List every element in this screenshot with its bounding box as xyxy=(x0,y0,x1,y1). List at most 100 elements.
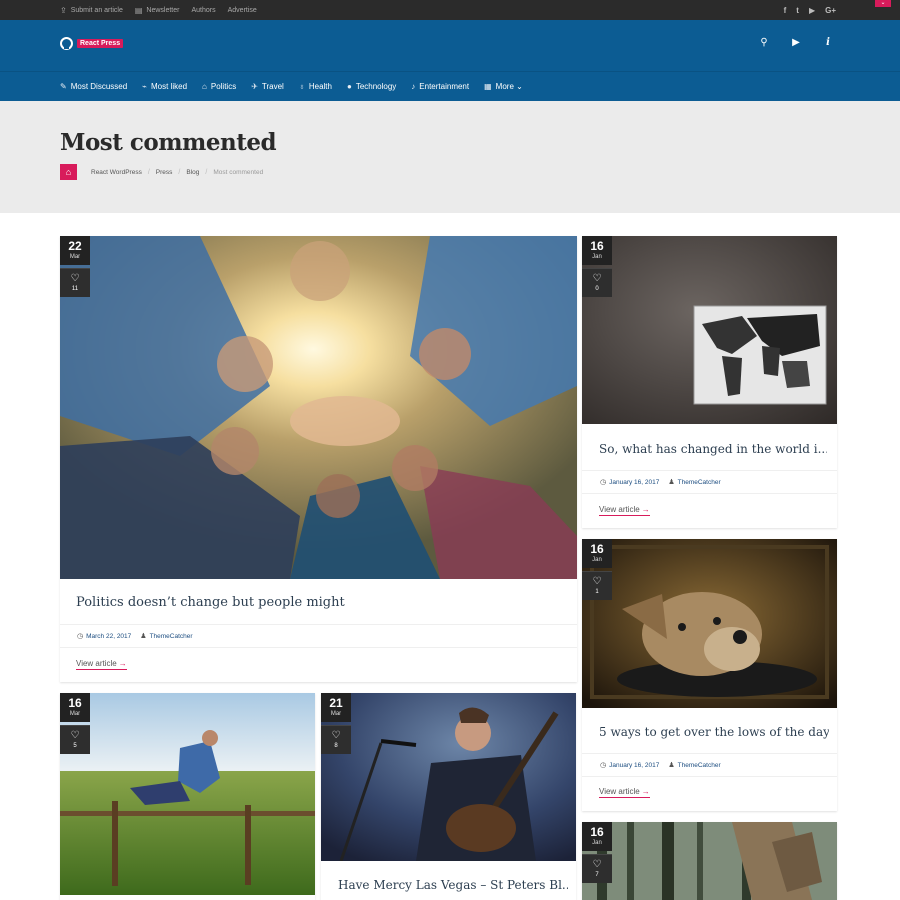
nav-items: ✎ Most Discussed ⌁ Most liked ⌂ Politics… xyxy=(60,72,523,101)
like-badge[interactable]: ♡ 5 xyxy=(60,725,90,754)
chevron-down-icon[interactable]: ⌄ xyxy=(875,0,891,7)
like-count: 5 xyxy=(73,743,77,749)
heart-icon: ♡ xyxy=(592,859,602,870)
post-meta: ◷ March 22, 2017 ♟ ThemeCatcher xyxy=(60,624,577,648)
submit-article-label: Submit an article xyxy=(70,6,123,14)
post-title[interactable]: 5 ways to get over the lows of the day xyxy=(599,725,829,739)
google-plus-icon[interactable]: G+ xyxy=(825,6,836,15)
post-date-text: March 22, 2017 xyxy=(86,632,132,640)
heart-icon: ♡ xyxy=(592,273,602,284)
like-badge[interactable]: ♡ 8 xyxy=(321,725,351,754)
advertise-label: Advertise xyxy=(227,6,257,14)
date-day: 16 xyxy=(590,825,604,839)
like-badge[interactable]: ♡ 0 xyxy=(582,268,612,297)
post-author[interactable]: ♟ ThemeCatcher xyxy=(668,761,720,770)
user-icon: ♟ xyxy=(140,633,147,640)
clock-icon: ◷ xyxy=(600,479,607,486)
date-day: 16 xyxy=(68,696,82,710)
breadcrumb-item-press[interactable]: Press xyxy=(156,169,173,176)
post-date: ◷ March 22, 2017 xyxy=(77,632,132,641)
nav-item-most-discussed[interactable]: ✎ Most Discussed xyxy=(60,82,127,91)
group-hands-photo[interactable] xyxy=(60,236,577,579)
home-icon[interactable]: ⌂ xyxy=(60,164,77,180)
guitarist-photo[interactable] xyxy=(321,693,576,861)
search-icon[interactable]: ⚲ xyxy=(758,37,770,48)
nav-item-travel[interactable]: ✈ Travel xyxy=(251,82,284,91)
heart-icon: ♡ xyxy=(70,730,80,741)
nav-label: Travel xyxy=(261,82,284,91)
fence-jump-photo[interactable] xyxy=(60,693,315,895)
breadcrumb-current: Most commented xyxy=(213,168,264,176)
nav-item-more[interactable]: ▦ More ⌄ xyxy=(484,82,523,91)
info-icon[interactable]: i xyxy=(822,37,834,48)
post-author[interactable]: ♟ ThemeCatcher xyxy=(140,632,193,641)
post-title[interactable]: Have Mercy Las Vegas – St Peters Bl... xyxy=(338,878,568,892)
post-meta: ◷ January 16, 2017 ♟ ThemeCatcher xyxy=(582,753,837,777)
post-title[interactable]: Politics doesn’t change but people might xyxy=(76,595,556,610)
nav-item-health[interactable]: ♁ Health xyxy=(299,82,332,91)
nav-item-most-liked[interactable]: ⌁ Most liked xyxy=(142,82,187,91)
nav-item-entertainment[interactable]: ♪ Entertainment xyxy=(411,82,469,91)
arrow-right-icon: → xyxy=(641,787,650,796)
facebook-icon[interactable]: f xyxy=(784,6,787,15)
play-icon[interactable]: ▶ xyxy=(790,37,802,48)
page-title: Most commented xyxy=(60,129,277,156)
post-title[interactable]: So, what has changed in the world i... xyxy=(599,442,827,456)
nav-item-politics[interactable]: ⌂ Politics xyxy=(202,82,236,91)
page-heading-area: Most commented ⌂ React WordPress / Press… xyxy=(0,101,900,213)
breadcrumb-item-react-wordpress[interactable]: React WordPress xyxy=(91,169,142,176)
youtube-icon[interactable]: ▶ xyxy=(809,6,815,15)
like-badge[interactable]: ♡ 11 xyxy=(60,268,90,297)
date-month: Jan xyxy=(592,557,602,563)
nav-label: Most liked xyxy=(151,82,188,91)
date-month: Jan xyxy=(592,254,602,260)
post-author-text: ThemeCatcher xyxy=(677,478,721,486)
date-month: Mar xyxy=(69,254,81,260)
apple-icon: ● xyxy=(346,82,352,91)
view-article-link[interactable]: View article → xyxy=(76,659,127,670)
arrow-right-icon: → xyxy=(118,659,127,668)
bank-icon: ⌂ xyxy=(202,82,207,91)
date-badge: 16 Jan xyxy=(582,539,612,568)
twitter-icon[interactable]: t xyxy=(796,6,799,15)
heart-icon: ♡ xyxy=(70,273,80,284)
forest-hiker-photo[interactable] xyxy=(582,822,837,900)
top-links: ⇪ Submit an article ▤ Newsletter Authors… xyxy=(60,0,257,20)
chart-icon: ⌁ xyxy=(142,82,147,91)
breadcrumb-separator: / xyxy=(147,168,150,176)
newsletter-icon: ▤ xyxy=(134,5,143,15)
nav-item-technology[interactable]: ● Technology xyxy=(347,82,396,91)
post-card: 16 Jan ♡ 0 So, what has changed in the w… xyxy=(582,236,837,528)
date-day: 16 xyxy=(590,542,604,556)
post-meta: ◷ January 16, 2017 ♟ ThemeCatcher xyxy=(582,470,837,494)
post-author-text: ThemeCatcher xyxy=(149,632,193,640)
view-article-label: View article xyxy=(76,659,117,668)
like-count: 1 xyxy=(595,589,599,595)
like-badge[interactable]: ♡ 7 xyxy=(582,854,612,883)
nav-label: Technology xyxy=(355,82,397,91)
plane-icon: ✈ xyxy=(251,82,258,91)
breadcrumb-item-blog[interactable]: Blog xyxy=(186,169,199,176)
site-logo[interactable]: React Press xyxy=(60,37,124,50)
advertise-link[interactable]: Advertise xyxy=(228,7,257,14)
heart-icon: ♡ xyxy=(592,576,602,587)
dog-photo[interactable] xyxy=(582,539,837,708)
world-map-canvas-photo[interactable] xyxy=(582,236,837,424)
post-author[interactable]: ♟ ThemeCatcher xyxy=(668,478,721,487)
view-article-link[interactable]: View article → xyxy=(599,787,650,798)
post-card: 16 Mar ♡ 5 xyxy=(60,693,315,900)
date-day: 16 xyxy=(590,239,604,253)
newsletter-link[interactable]: ▤ Newsletter xyxy=(135,6,180,15)
like-badge[interactable]: ♡ 1 xyxy=(582,571,612,600)
breadcrumb-separator: / xyxy=(178,168,181,176)
top-utility-bar: ⇪ Submit an article ▤ Newsletter Authors… xyxy=(0,0,900,20)
authors-link[interactable]: Authors xyxy=(191,7,215,14)
submit-article-link[interactable]: ⇪ Submit an article xyxy=(60,6,123,15)
nav-label: Politics xyxy=(210,82,237,91)
view-article-link[interactable]: View article → xyxy=(599,505,650,516)
breadcrumb: ⌂ React WordPress / Press / Blog / Most … xyxy=(60,164,263,180)
clock-icon: ◷ xyxy=(77,633,84,640)
logo-text: React Press xyxy=(77,39,124,48)
date-month: Mar xyxy=(69,711,81,717)
date-badge: 16 Jan xyxy=(582,822,612,851)
